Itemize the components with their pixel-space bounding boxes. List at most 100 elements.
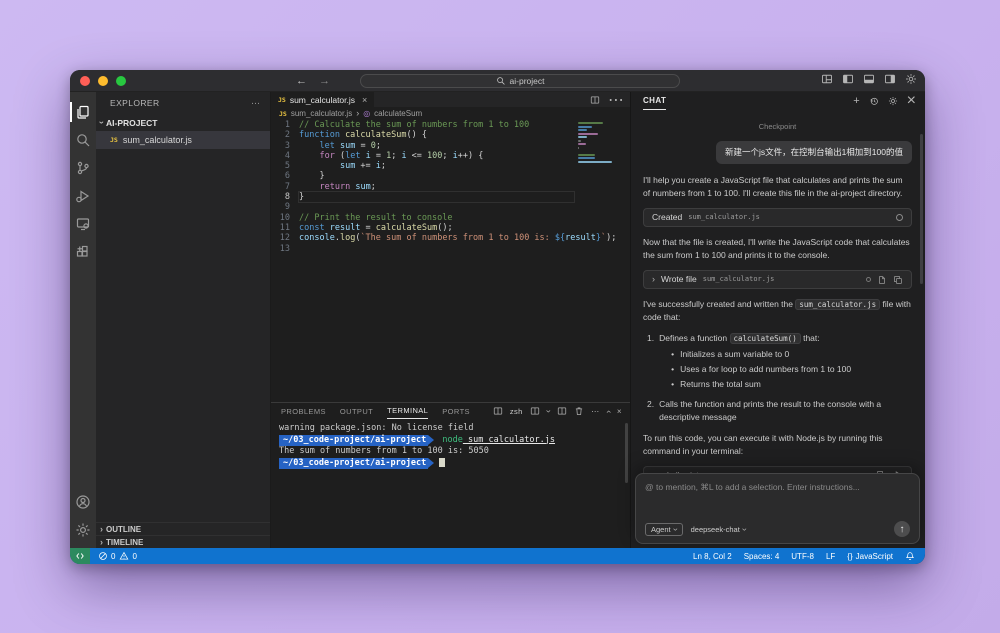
manage-gear-icon[interactable] — [70, 516, 96, 544]
code-line[interactable]: 2function calculateSum() { — [271, 130, 630, 140]
tab-problems[interactable]: PROBLEMS — [281, 403, 326, 419]
code-line[interactable]: 12console.log(`The sum of numbers from 1… — [271, 233, 630, 243]
notifications-bell-icon[interactable] — [905, 551, 915, 561]
code-text: return sum; — [299, 182, 376, 192]
assistant-paragraph: To run this code, you can execute it wit… — [643, 432, 912, 458]
toggle-panel-icon[interactable] — [863, 73, 875, 85]
created-file-card[interactable]: Created sum_calculator.js — [643, 208, 912, 227]
launch-profile-icon[interactable] — [530, 406, 540, 416]
chat-tab[interactable]: CHAT — [643, 92, 666, 110]
timeline-section[interactable]: › TIMELINE — [96, 535, 270, 548]
code-line[interactable]: 13 — [271, 244, 630, 254]
chat-scrollbar[interactable] — [920, 134, 923, 284]
maximize-panel-icon[interactable]: › — [604, 409, 613, 412]
terminal-scrollbar[interactable] — [625, 423, 628, 483]
tab-ports[interactable]: PORTS — [442, 403, 470, 419]
breadcrumb-symbol[interactable]: calculateSum — [374, 109, 422, 118]
editor-more-actions-icon[interactable]: ⋯ — [608, 90, 624, 110]
minimap-line — [578, 154, 595, 156]
terminal-line: warning package.json: No license field — [279, 423, 630, 435]
errors-indicator[interactable]: 0 — [98, 551, 115, 561]
file-row-sum-calculator[interactable]: JS sum_calculator.js — [96, 131, 270, 149]
remote-explorer-icon[interactable] — [70, 210, 96, 238]
line-number: 12 — [271, 233, 299, 243]
remote-indicator[interactable] — [70, 548, 90, 564]
chevron-down-icon[interactable]: › — [544, 409, 553, 412]
code-line[interactable]: 4 for (let i = 1; i <= 100; i++) { — [271, 151, 630, 161]
tab-terminal[interactable]: TERMINAL — [387, 403, 428, 419]
code-line[interactable]: 7 return sum; — [271, 182, 630, 192]
terminal-output[interactable]: warning package.json: No license field~/… — [271, 419, 630, 548]
breadcrumb-file[interactable]: sum_calculator.js — [291, 109, 352, 118]
warnings-indicator[interactable]: 0 — [119, 551, 136, 561]
language-mode[interactable]: {}JavaScript — [847, 552, 893, 561]
kill-terminal-trash-icon[interactable] — [574, 406, 584, 416]
model-selector[interactable]: deepseek-chat› — [691, 525, 746, 534]
symbol-method-icon: ◎ — [363, 109, 370, 118]
code-line[interactable]: 11const result = calculateSum(); — [271, 223, 630, 233]
chevron-right-icon[interactable]: › — [652, 275, 655, 284]
code-text: // Print the result to console — [299, 213, 453, 223]
js-file-icon: JS — [110, 136, 118, 144]
new-chat-icon[interactable]: + — [853, 95, 859, 107]
wrote-file-card[interactable]: › Wrote file sum_calculator.js — [643, 270, 912, 289]
split-terminal-icon[interactable] — [557, 406, 567, 416]
tab-close-icon[interactable]: × — [362, 95, 367, 105]
assistant-paragraph: Now that the file is created, I'll write… — [643, 236, 912, 262]
chevron-down-icon: › — [97, 121, 106, 124]
terminal-more-icon[interactable]: ⋯ — [591, 407, 599, 416]
code-line[interactable]: 1// Calculate the sum of numbers from 1 … — [271, 120, 630, 130]
user-message-bubble: 新建一个js文件，在控制台输出1相加到100的值 — [716, 141, 912, 164]
assistant-numbered-list: 1. Defines a function calculateSum() tha… — [647, 332, 912, 424]
source-control-icon[interactable] — [70, 154, 96, 182]
minimize-window-button[interactable] — [98, 76, 108, 86]
send-button[interactable]: ↑ — [894, 521, 910, 537]
tab-sum-calculator[interactable]: JS sum_calculator.js × — [271, 92, 375, 107]
outline-section[interactable]: › OUTLINE — [96, 522, 270, 535]
project-root-row[interactable]: › AI-PROJECT — [96, 114, 270, 131]
toggle-primary-sidebar-icon[interactable] — [842, 73, 854, 85]
code-line[interactable]: 6 } — [271, 171, 630, 181]
open-file-icon[interactable] — [877, 275, 887, 285]
code-line[interactable]: 10// Print the result to console — [271, 213, 630, 223]
copy-icon[interactable] — [893, 275, 903, 285]
indentation[interactable]: Spaces: 4 — [744, 552, 780, 561]
code-line[interactable]: 5 sum += i; — [271, 161, 630, 171]
line-number: 11 — [271, 223, 299, 233]
terminal-cursor — [439, 458, 445, 467]
tab-output[interactable]: OUTPUT — [340, 403, 373, 419]
code-editor[interactable]: 1// Calculate the sum of numbers from 1 … — [271, 120, 630, 402]
toggle-secondary-sidebar-icon[interactable] — [884, 73, 896, 85]
cursor-position[interactable]: Ln 8, Col 2 — [693, 552, 732, 561]
terminal-split-icon[interactable] — [493, 406, 503, 416]
explorer-icon[interactable] — [70, 98, 96, 126]
close-window-button[interactable] — [80, 76, 90, 86]
run-debug-icon[interactable] — [70, 182, 96, 210]
code-line[interactable]: 3 let sum = 0; — [271, 141, 630, 151]
mode-selector[interactable]: Agent› — [645, 523, 683, 536]
line-number: 13 — [271, 244, 299, 254]
customize-layout-icon[interactable] — [821, 73, 833, 85]
settings-gear-icon[interactable] — [905, 73, 917, 85]
nav-forward-button[interactable]: → — [319, 75, 330, 87]
nav-back-button[interactable]: ← — [296, 75, 307, 87]
chat-settings-gear-icon[interactable] — [888, 96, 898, 106]
account-icon[interactable] — [70, 488, 96, 516]
command-center-search[interactable]: ai-project — [360, 74, 680, 88]
close-panel-icon[interactable]: × — [617, 407, 622, 416]
chat-input-box[interactable]: @ to mention, ⌘L to add a selection. Ent… — [635, 473, 920, 544]
close-chat-icon[interactable]: × — [907, 92, 916, 110]
search-icon[interactable] — [70, 126, 96, 154]
code-line[interactable]: 8} — [271, 192, 630, 202]
minimap-line — [578, 129, 587, 131]
minimap[interactable] — [578, 122, 620, 168]
explorer-more-icon[interactable]: ⋯ — [251, 98, 260, 109]
encoding[interactable]: UTF-8 — [791, 552, 814, 561]
zoom-window-button[interactable] — [116, 76, 126, 86]
extensions-icon[interactable] — [70, 238, 96, 266]
breadcrumb[interactable]: JS sum_calculator.js › ◎ calculateSum — [271, 107, 630, 120]
split-editor-icon[interactable] — [590, 95, 600, 105]
history-icon[interactable] — [869, 96, 879, 106]
code-line[interactable]: 9 — [271, 202, 630, 212]
eol-sequence[interactable]: LF — [826, 552, 835, 561]
